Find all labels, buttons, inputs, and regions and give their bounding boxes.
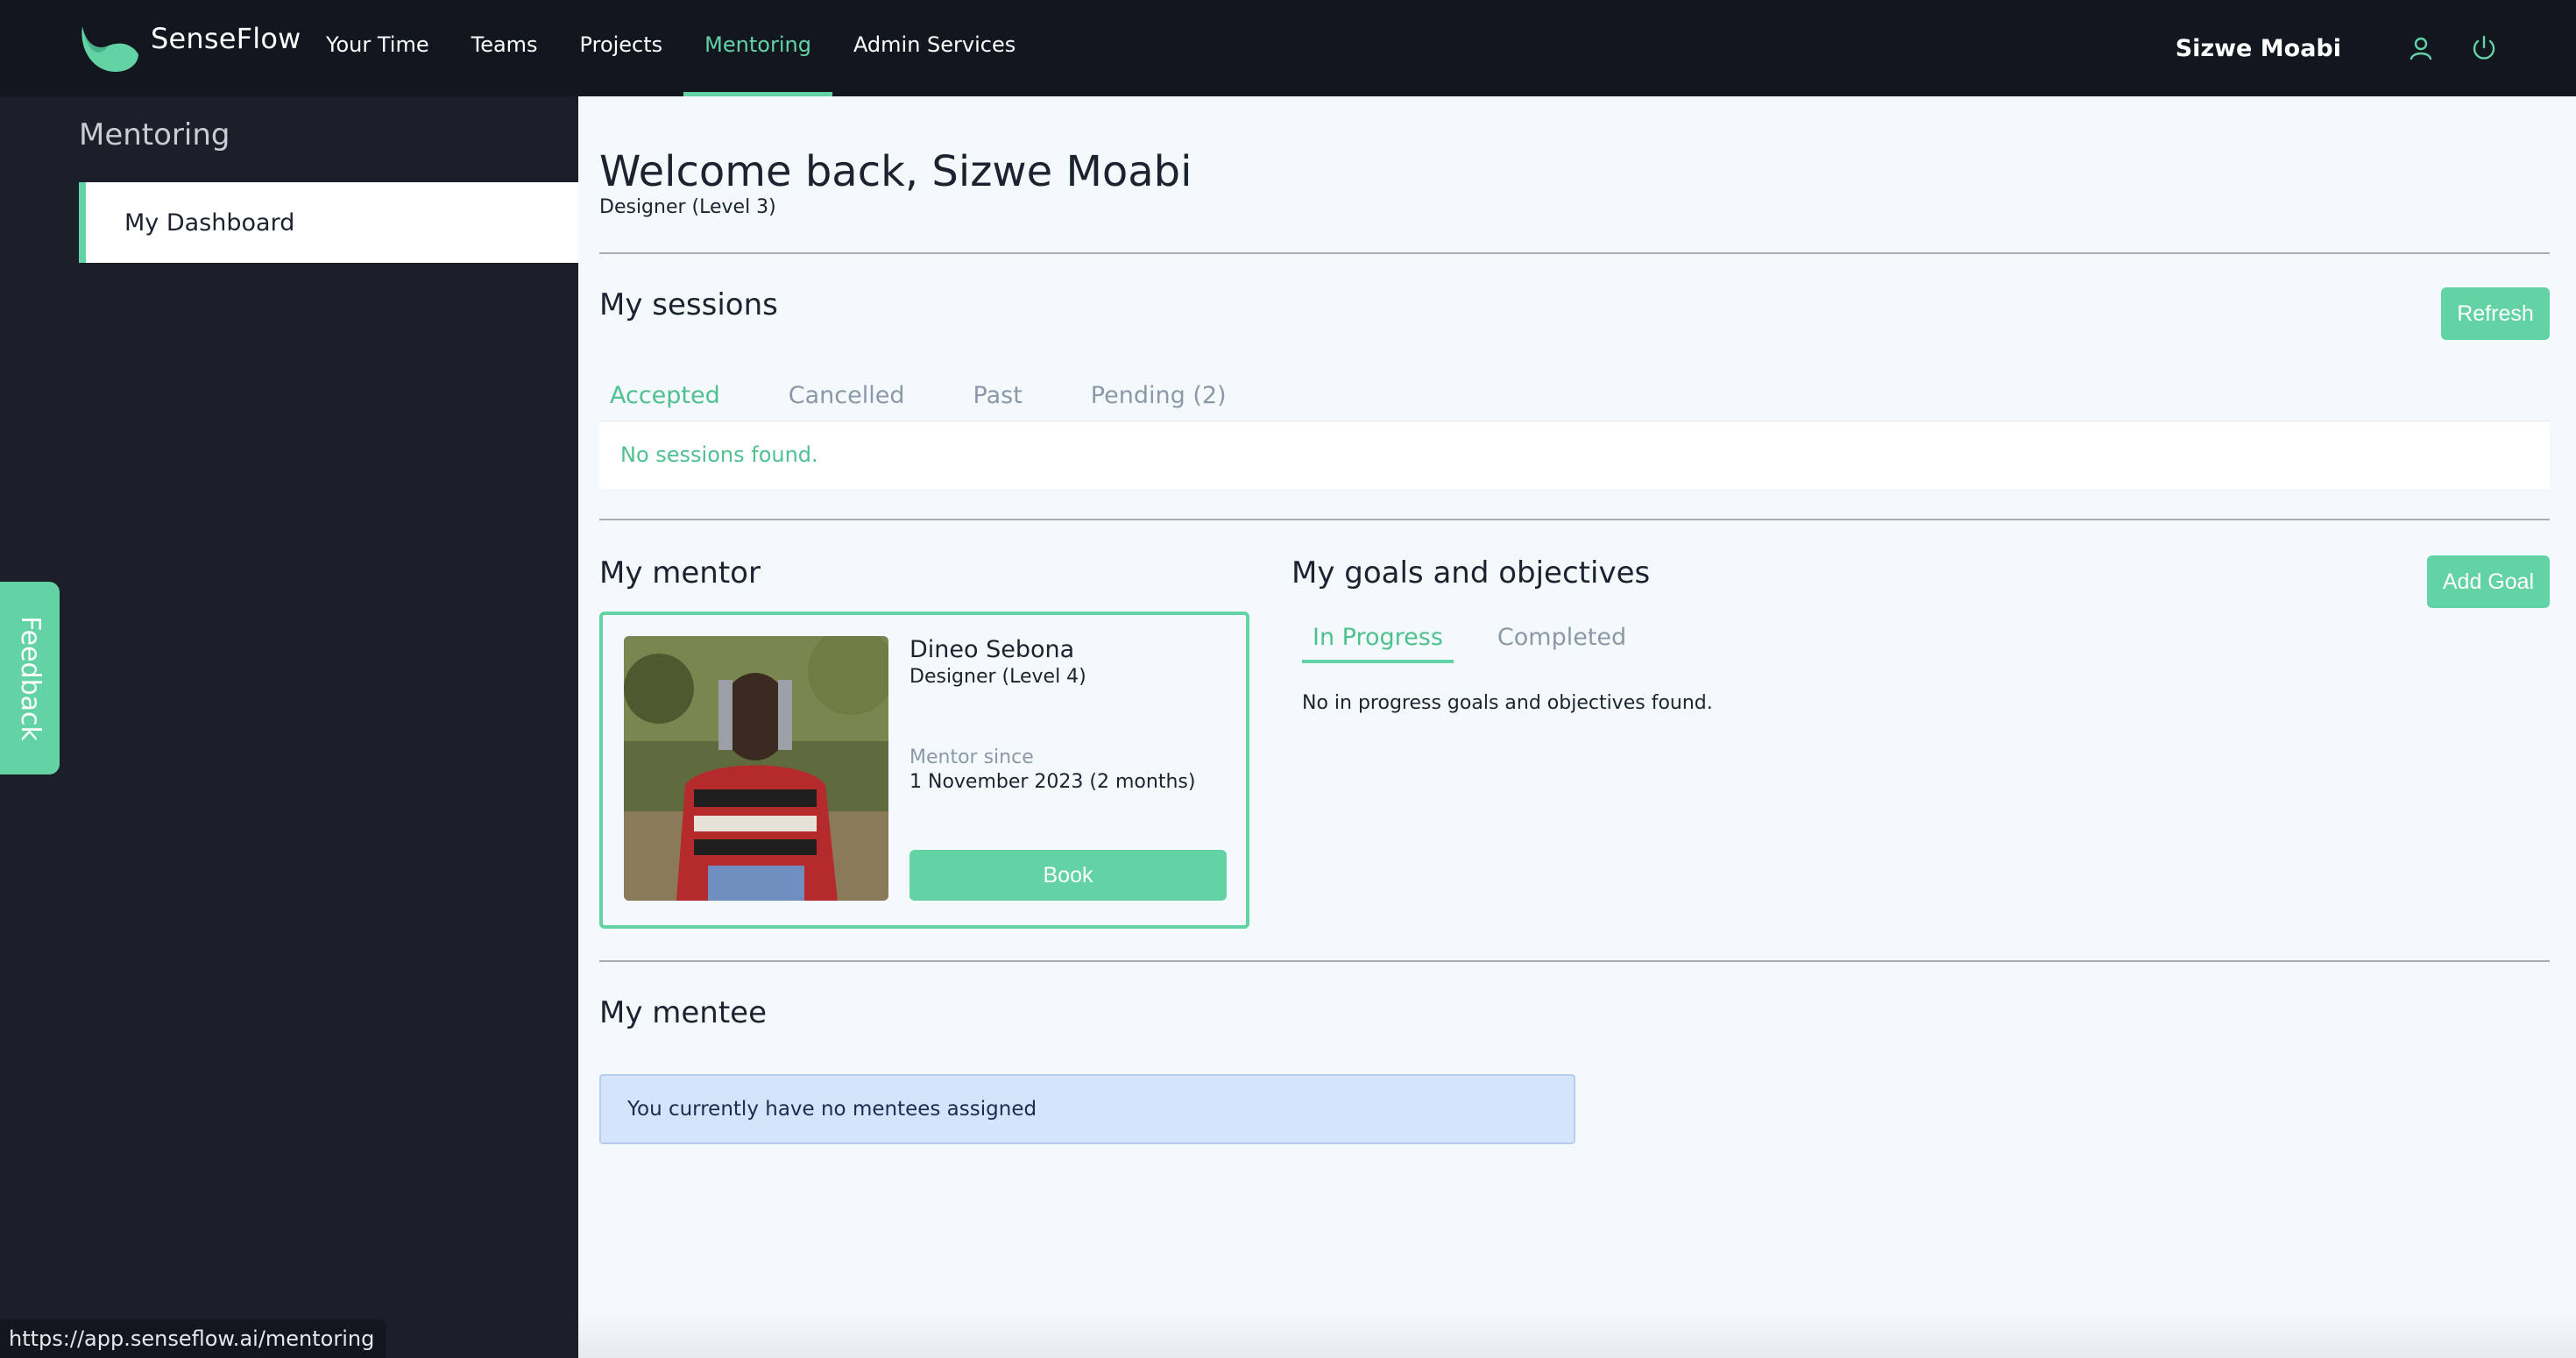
user-name[interactable]: Sizwe Moabi: [2176, 35, 2341, 62]
tab-past[interactable]: Past: [963, 382, 1033, 421]
feedback-tab[interactable]: Feedback: [0, 582, 60, 774]
tab-accepted[interactable]: Accepted: [599, 382, 731, 421]
sidebar-item-my-dashboard[interactable]: My Dashboard: [79, 182, 578, 263]
sessions-tabs: Accepted Cancelled Past Pending (2): [599, 382, 1284, 421]
nav-teams[interactable]: Teams: [450, 0, 559, 96]
main-nav: Your Time Teams Projects Mentoring Admin…: [305, 0, 1037, 96]
brand-name: SenseFlow: [151, 22, 301, 55]
goals-tabs: In Progress Completed: [1302, 624, 1684, 663]
tab-cancelled[interactable]: Cancelled: [778, 382, 916, 421]
add-goal-button[interactable]: Add Goal: [2427, 555, 2550, 608]
bottom-shadow: [578, 1311, 2576, 1358]
mentor-role: Designer (Level 4): [909, 666, 1086, 688]
top-navigation-bar: SenseFlow Your Time Teams Projects Mento…: [0, 0, 2576, 96]
sessions-panel: No sessions found.: [599, 421, 2550, 489]
mentor-name: Dineo Sebona: [909, 636, 1075, 663]
nav-admin-services[interactable]: Admin Services: [832, 0, 1037, 96]
mentor-photo-image: [624, 636, 888, 901]
tab-pending[interactable]: Pending (2): [1080, 382, 1237, 421]
status-url: https://app.senseflow.ai/mentoring: [0, 1319, 387, 1358]
mentor-card: Dineo Sebona Designer (Level 4) Mentor s…: [599, 612, 1249, 929]
feedback-label: Feedback: [14, 615, 46, 741]
nav-your-time[interactable]: Your Time: [305, 0, 450, 96]
user-area: Sizwe Moabi: [2176, 0, 2499, 96]
brand[interactable]: SenseFlow: [77, 19, 301, 75]
refresh-button[interactable]: Refresh: [2441, 287, 2550, 340]
sidebar: Mentoring My Dashboard: [0, 96, 578, 1358]
sessions-title: My sessions: [599, 287, 778, 322]
senseflow-logo-icon: [81, 26, 138, 72]
divider: [599, 252, 2550, 254]
divider: [599, 519, 2550, 520]
sessions-empty-message: No sessions found.: [620, 442, 818, 467]
main-content: Welcome back, Sizwe Moabi Designer (Leve…: [578, 96, 2576, 1358]
mentee-title: My mentee: [599, 995, 768, 1030]
mentor-since-label: Mentor since: [909, 746, 1034, 768]
goals-empty-message: No in progress goals and objectives foun…: [1302, 692, 1713, 714]
divider: [599, 960, 2550, 962]
goals-title: My goals and objectives: [1292, 555, 1651, 591]
nav-projects[interactable]: Projects: [559, 0, 684, 96]
tab-in-progress[interactable]: In Progress: [1302, 624, 1454, 663]
user-icon[interactable]: [2406, 33, 2436, 63]
mentor-title: My mentor: [599, 555, 761, 591]
mentor-avatar: [624, 636, 888, 901]
mentee-empty-alert: You currently have no mentees assigned: [599, 1074, 1575, 1144]
tab-completed[interactable]: Completed: [1487, 624, 1637, 663]
page-title: Welcome back, Sizwe Moabi: [599, 147, 1192, 196]
book-button[interactable]: Book: [909, 850, 1227, 901]
nav-mentoring[interactable]: Mentoring: [683, 0, 832, 96]
user-role: Designer (Level 3): [599, 196, 776, 218]
sidebar-title: Mentoring: [79, 117, 230, 152]
power-icon[interactable]: [2469, 33, 2499, 63]
mentor-since-value: 1 November 2023 (2 months): [909, 771, 1196, 793]
